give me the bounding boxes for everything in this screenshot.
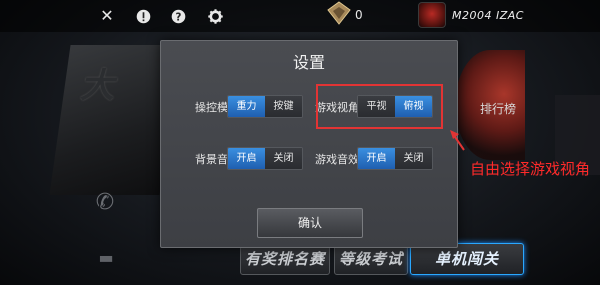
background-title: 大 (80, 66, 114, 106)
dialog-title: 设置 (292, 53, 325, 72)
settings-dialog: 设置 操控模式 重力 按键 游戏视角 平视 俯视 背景音乐 开启 关闭 游戏音效… (160, 40, 458, 248)
control-mode-toggle: 重力 按键 (227, 95, 303, 118)
svg-text:?: ? (175, 12, 181, 23)
rank-emblem-icon (327, 1, 351, 25)
gear-icon[interactable] (205, 6, 225, 26)
view-angle-highlight-box (316, 84, 443, 129)
avatar[interactable] (418, 2, 446, 28)
top-bar: ✕ ? 0 M2004 IZAC (0, 0, 600, 32)
sound-effects-toggle: 开启 关闭 (357, 147, 433, 170)
top-count: 0 (355, 8, 363, 22)
sound-effects-on[interactable]: 开启 (358, 148, 395, 169)
leaderboard-label: 排行榜 (480, 102, 517, 116)
sound-effects-off[interactable]: 关闭 (395, 148, 432, 169)
sound-effects-label: 游戏音效 (315, 153, 359, 166)
close-icon[interactable]: ✕ (97, 6, 117, 26)
music-off[interactable]: 关闭 (265, 148, 302, 169)
music-toggle: 开启 关闭 (227, 147, 303, 170)
confirm-button[interactable]: 确认 (257, 208, 363, 238)
music-on[interactable]: 开启 (228, 148, 265, 169)
help-icon[interactable]: ? (168, 6, 188, 26)
control-mode-keys[interactable]: 按键 (265, 96, 302, 117)
alert-icon[interactable] (133, 6, 153, 26)
car-icon: ▬ (98, 248, 114, 267)
control-mode-gravity[interactable]: 重力 (228, 96, 265, 117)
annotation-arrow-icon (450, 130, 465, 151)
annotation-text: 自由选择游戏视角 (470, 160, 591, 178)
phone-icon: ✆ (95, 190, 115, 215)
player-name: M2004 IZAC (452, 9, 524, 22)
